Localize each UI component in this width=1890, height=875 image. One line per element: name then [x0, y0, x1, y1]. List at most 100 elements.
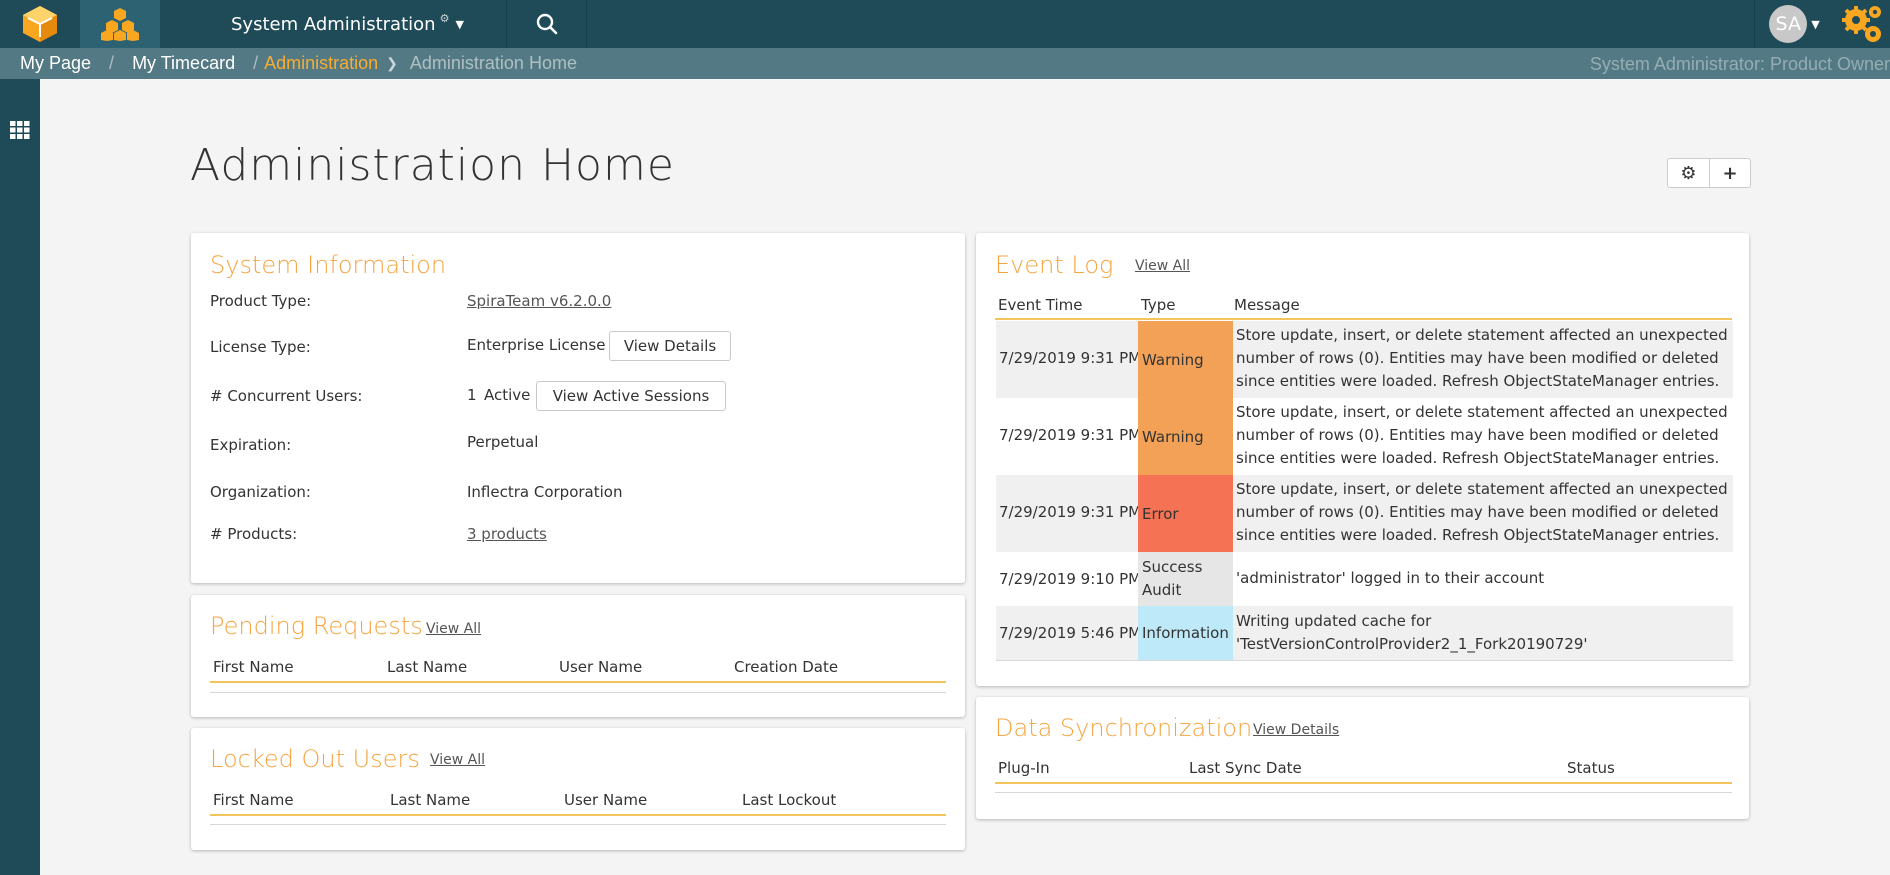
event-time: 7/29/2019 9:31 PM: [999, 349, 1142, 367]
gear-icon: ⚙: [439, 11, 450, 25]
product-type-link[interactable]: SpiraTeam v6.2.0.0: [467, 292, 611, 310]
search-icon: [536, 13, 557, 35]
spira-logo-icon: [23, 6, 57, 42]
view-all-link[interactable]: View All: [426, 621, 481, 637]
expiration-label: Expiration:: [210, 436, 292, 454]
breadcrumb-administration-home: Administration Home: [409, 53, 577, 73]
avatar: SA: [1769, 5, 1808, 43]
panel-title: System Information: [210, 251, 447, 279]
panel-title: Pending Requests: [210, 612, 423, 640]
event-message: Store update, insert, or delete statemen…: [1236, 480, 1728, 544]
column-header[interactable]: First Name: [213, 791, 294, 809]
panel-title: Data Synchronization: [995, 714, 1253, 742]
event-message: 'administrator' logged in to their accou…: [1236, 569, 1545, 587]
table-row[interactable]: 7/29/2019 9:31 PM Warning Store update, …: [996, 321, 1733, 398]
view-details-link[interactable]: View Details: [1253, 722, 1339, 738]
view-details-button[interactable]: View Details: [609, 331, 731, 361]
event-type-warning: Warning: [1138, 321, 1233, 398]
products-link[interactable]: 3 products: [467, 525, 547, 543]
event-type-information: Information: [1138, 606, 1233, 660]
breadcrumb-my-timecard[interactable]: My Timecard: [132, 53, 235, 74]
panel-title: Locked Out Users: [210, 745, 420, 773]
header-divider: [210, 681, 946, 683]
breadcrumb-separator: /: [253, 53, 259, 73]
breadcrumb-administration[interactable]: Administration: [264, 53, 378, 74]
workspaces-button[interactable]: [80, 0, 160, 48]
administration-button[interactable]: [1834, 0, 1890, 48]
current-user-role: System Administrator: Product Owner: [1589, 54, 1890, 74]
header-divider: [995, 318, 1732, 320]
view-all-link[interactable]: View All: [1135, 258, 1190, 274]
event-time: 7/29/2019 5:46 PM: [999, 624, 1142, 642]
top-nav-bar: System Administration ⚙ ▼ SA ▼: [0, 0, 1890, 48]
header-divider: [210, 814, 946, 816]
column-header[interactable]: Last Name: [390, 791, 470, 809]
table-row[interactable]: 7/29/2019 9:10 PM Success Audit 'adminis…: [996, 552, 1733, 606]
column-header[interactable]: Last Lockout: [742, 791, 836, 809]
products-label: # Products:: [210, 525, 298, 543]
cubes-icon: [101, 8, 139, 41]
breadcrumb-my-page[interactable]: My Page: [20, 53, 91, 74]
license-type-label: License Type:: [210, 338, 311, 356]
grid-icon[interactable]: [10, 121, 30, 139]
organization-value: Inflectra Corporation: [467, 483, 623, 501]
table-row[interactable]: 7/29/2019 9:31 PM Error Store update, in…: [996, 475, 1733, 552]
page-actions: ⚙ +: [1667, 158, 1751, 188]
chevron-down-icon: ▼: [1811, 17, 1820, 31]
table-divider: [210, 692, 946, 693]
gears-icon: [1842, 6, 1881, 42]
breadcrumb-separator: /: [109, 53, 115, 73]
data-synchronization-panel: Data Synchronization View Details Plug-I…: [976, 697, 1749, 819]
spira-logo[interactable]: [0, 0, 80, 48]
column-header[interactable]: Event Time: [998, 296, 1082, 314]
event-time: 7/29/2019 9:31 PM: [999, 426, 1142, 444]
organization-label: Organization:: [210, 483, 311, 501]
column-header[interactable]: User Name: [559, 658, 642, 676]
table-row[interactable]: 7/29/2019 5:46 PM Information Writing up…: [996, 606, 1733, 660]
column-header[interactable]: User Name: [564, 791, 647, 809]
system-administration-menu[interactable]: System Administration ⚙ ▼: [160, 0, 507, 48]
view-all-link[interactable]: View All: [430, 752, 485, 768]
column-header[interactable]: Last Sync Date: [1189, 759, 1302, 777]
column-header[interactable]: Type: [1141, 296, 1175, 314]
panel-title: Event Log: [995, 251, 1114, 279]
chevron-down-icon: ▼: [455, 17, 464, 31]
gear-icon: ⚙: [1680, 162, 1697, 184]
event-time: 7/29/2019 9:10 PM: [999, 570, 1142, 588]
header-divider: [995, 782, 1732, 784]
column-header[interactable]: Creation Date: [734, 658, 838, 676]
breadcrumb: My Page / My Timecard / Administration ❯…: [0, 48, 1890, 79]
column-header[interactable]: Status: [1567, 759, 1615, 777]
view-active-sessions-button[interactable]: View Active Sessions: [536, 381, 726, 411]
column-header[interactable]: Last Name: [387, 658, 467, 676]
column-header[interactable]: First Name: [213, 658, 294, 676]
pending-requests-panel: Pending Requests View All First Name Las…: [191, 595, 965, 717]
concurrent-users-count: 1: [467, 386, 477, 404]
expiration-value: Perpetual: [467, 433, 539, 451]
locked-out-users-panel: Locked Out Users View All First Name Las…: [191, 728, 965, 850]
add-widget-button[interactable]: +: [1709, 159, 1750, 187]
table-divider: [996, 660, 1733, 661]
plus-icon: +: [1722, 162, 1738, 184]
event-message: Store update, insert, or delete statemen…: [1236, 403, 1728, 467]
event-type-error: Error: [1138, 475, 1233, 552]
search-button[interactable]: [507, 0, 587, 48]
event-log-panel: Event Log View All Event Time Type Messa…: [976, 233, 1749, 686]
user-menu[interactable]: SA ▼: [1754, 0, 1834, 48]
table-divider: [995, 792, 1732, 793]
product-type-label: Product Type:: [210, 292, 312, 310]
event-type-success-audit: Success Audit: [1138, 552, 1233, 606]
table-row[interactable]: 7/29/2019 9:31 PM Warning Store update, …: [996, 398, 1733, 475]
system-administration-label: System Administration: [231, 13, 436, 35]
event-message: Writing updated cache for 'TestVersionCo…: [1236, 612, 1588, 653]
left-rail: [0, 79, 40, 875]
column-header[interactable]: Message: [1234, 296, 1300, 314]
license-type-value: Enterprise License: [467, 336, 606, 354]
settings-button[interactable]: ⚙: [1668, 159, 1709, 187]
concurrent-users-status: Active: [484, 386, 531, 404]
column-header[interactable]: Plug-In: [998, 759, 1050, 777]
event-type-warning: Warning: [1138, 398, 1233, 475]
chevron-right-icon: ❯: [386, 55, 398, 71]
system-information-panel: System Information Product Type: SpiraTe…: [191, 233, 965, 583]
event-time: 7/29/2019 9:31 PM: [999, 503, 1142, 521]
